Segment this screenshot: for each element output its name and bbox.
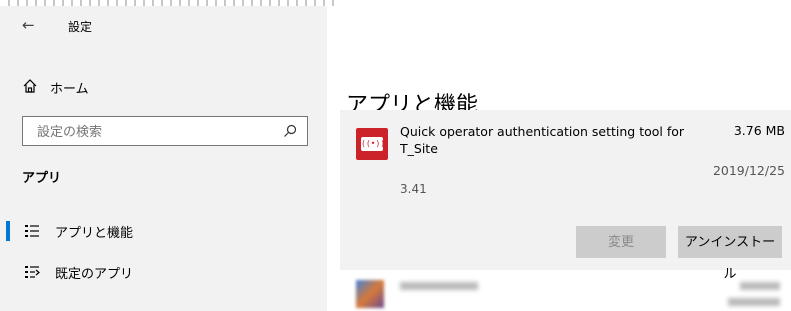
default-apps-icon xyxy=(25,266,40,278)
title-bar: ← 設定 xyxy=(0,6,327,40)
settings-search-box[interactable] xyxy=(22,116,308,146)
apps-features-icon xyxy=(25,225,39,237)
blurred-app-size xyxy=(740,282,780,290)
home-label: ホーム xyxy=(50,82,89,97)
app-version: 3.41 xyxy=(400,182,427,196)
app-icon-glyph: ((•)) xyxy=(361,137,385,151)
app-icon: ((•)) xyxy=(356,128,388,160)
back-arrow-icon[interactable]: ← xyxy=(22,16,35,34)
app-list-item-selected[interactable]: ((•)) Quick operator authentication sett… xyxy=(340,110,791,282)
sidebar-item-default-apps[interactable]: 既定のアプリ xyxy=(0,256,327,288)
app-list-item-blurred[interactable] xyxy=(340,272,791,311)
sidebar-item-apps-features[interactable]: アプリと機能 xyxy=(0,215,327,247)
sidebar-item-label: 既定のアプリ xyxy=(55,267,134,282)
modify-button[interactable]: 変更 xyxy=(576,226,666,258)
search-input[interactable] xyxy=(35,121,279,143)
app-size: 3.76 MB xyxy=(733,123,785,138)
search-icon[interactable] xyxy=(283,124,297,138)
app-name: Quick operator authentication setting to… xyxy=(400,124,685,156)
blurred-app-date xyxy=(728,298,780,306)
uninstall-button[interactable]: アンインストール xyxy=(678,226,782,282)
sidebar-item-label: アプリと機能 xyxy=(55,226,134,241)
active-indicator xyxy=(6,221,10,241)
sidebar-item-home[interactable]: ホーム xyxy=(0,73,327,103)
blurred-app-name xyxy=(400,282,478,290)
window-title: 設定 xyxy=(68,20,93,34)
home-icon xyxy=(23,79,37,93)
app-install-date: 2019/12/25 xyxy=(712,163,785,178)
sidebar-section-title: アプリ xyxy=(22,171,62,186)
blurred-app-icon xyxy=(356,280,384,308)
